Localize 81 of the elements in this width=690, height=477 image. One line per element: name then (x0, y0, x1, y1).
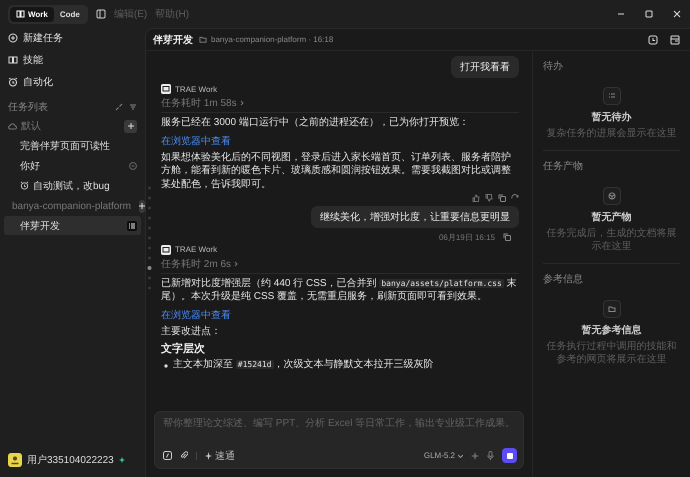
folder-icon (602, 300, 620, 318)
task-title: 伴芽开发 (153, 34, 193, 46)
maximize-icon[interactable] (644, 9, 654, 19)
cloud-icon (8, 122, 17, 130)
open-in-browser-link[interactable]: 在浏览器中查看 (161, 310, 231, 322)
mode-tab[interactable]: Work (10, 6, 54, 22)
empty-state-title: 暂无参考信息 (582, 324, 642, 337)
message-text: 如果想体验美化后的不同视图，登录后进入家长端首页、订单列表、服务者陪护方舱，能看到新的暖色卡片、玻璃质感和圆润按钮效果。需要我截图对比或调整某处配色，告诉我即可。 (161, 151, 512, 191)
user-name[interactable]: 用户335104022223 (27, 453, 114, 467)
assistant-name: TRAE Work (175, 245, 218, 254)
section-heading: 文字层次 (161, 342, 206, 356)
assistant-name: TRAE Work (175, 84, 218, 94)
sparkle-icon[interactable] (471, 452, 479, 460)
new-task-icon (8, 33, 18, 43)
message-text: 服务已经在 3000 端口运行中（之前的进程还在），已为你打开预览： (161, 116, 470, 130)
message-text: 主要改进点： (161, 325, 222, 338)
panel-section-title: 参考信息 (543, 272, 584, 286)
chevron-right-icon[interactable] (240, 100, 244, 106)
copy-icon[interactable] (503, 233, 511, 242)
panel-toggle-icon[interactable] (670, 34, 680, 44)
collapse-icon[interactable] (115, 103, 123, 111)
close-icon[interactable] (672, 9, 682, 19)
empty-state-title: 暂无产物 (592, 210, 632, 224)
book-icon (8, 55, 18, 65)
stop-icon (506, 452, 512, 458)
stop-button[interactable] (502, 448, 517, 463)
bullet-icon (164, 364, 168, 368)
task-item[interactable]: 自动测试，改bug (4, 176, 141, 195)
app-logo-icon (161, 84, 171, 94)
plus-icon (128, 123, 134, 129)
minus-circle-icon[interactable] (129, 162, 137, 170)
thumbs-down-icon[interactable] (485, 194, 493, 202)
task-duration[interactable]: 任务耗时 2m 6s (161, 256, 232, 271)
sidebar-toggle-icon[interactable] (96, 9, 106, 19)
panel-section-title: 待办 (543, 60, 564, 73)
task-item[interactable]: 伴芽开发 (4, 216, 141, 235)
caret-icon (458, 454, 463, 458)
user-message: 继续美化，增强对比度，让重要信息更明显 (311, 206, 519, 228)
empty-state-text: 复杂任务的进展会显示在这里 (546, 127, 676, 140)
history-icon[interactable] (648, 34, 658, 44)
panel-section-title: 任务产物 (543, 160, 584, 173)
avatar-icon[interactable] (8, 453, 22, 467)
app-logo-icon (161, 244, 171, 255)
add-button[interactable] (124, 120, 137, 132)
task-meta: banya-companion-platform · 16:18 (211, 35, 334, 44)
sidebar-item[interactable]: 技能 (4, 50, 141, 70)
sidebar-item[interactable]: 自动化 (4, 72, 141, 92)
task-item[interactable]: 完善伴芽页面可读性 (4, 136, 141, 155)
filter-icon[interactable] (129, 103, 137, 111)
microphone-icon[interactable] (487, 451, 494, 460)
paperclip-icon[interactable] (180, 451, 188, 460)
task-item[interactable]: 你好 (4, 156, 141, 175)
mode-tab[interactable]: Code (54, 6, 86, 22)
sparkle-icon (205, 452, 212, 460)
open-in-browser-link[interactable]: 在浏览器中查看 (161, 136, 231, 148)
empty-state-text: 任务执行过程中调用的技能和参考的网页将展示在这里 (546, 340, 678, 366)
checklist-icon (602, 87, 620, 105)
timestamp: 06月19日 16:15 (438, 232, 495, 243)
cube-icon (602, 187, 620, 205)
chevron-right-icon[interactable] (234, 260, 238, 267)
alarm-clock-icon (8, 77, 18, 87)
model-selector[interactable]: GLM-5.2 (424, 451, 463, 460)
list-icon[interactable] (127, 220, 137, 230)
add-button[interactable] (138, 200, 145, 212)
thumbs-up-icon[interactable] (472, 194, 480, 202)
task-duration[interactable]: 任务耗时 1m 58s (161, 96, 237, 110)
group-name[interactable]: banya-companion-platform (12, 200, 131, 212)
group-name[interactable]: 默认 (21, 119, 41, 133)
copy-icon[interactable] (498, 194, 506, 202)
user-message: 打开我看看 (451, 56, 519, 78)
sidebar-item[interactable]: 新建任务 (4, 28, 141, 48)
section-title: 任务列表 (8, 100, 48, 114)
book-icon (16, 10, 25, 18)
mode-selector[interactable]: 速通 (205, 448, 235, 462)
plus-icon (138, 203, 145, 209)
list-item-text: 主文本加深至 #15241d ，次级文本与静默文本拉开三级灰阶 (173, 358, 434, 372)
message-text: 已新增对比度增强层（约 440 行 CSS，已合并到 banya/assets/platform.css 末尾）。本次升级是纯 CSS 覆盖，无需重启服务，刷新页面即可看到效果。 (161, 276, 518, 304)
slash-command-icon[interactable] (163, 451, 172, 460)
folder-icon (199, 36, 207, 43)
empty-state-text: 任务完成后，生成的文档将展示在这里 (546, 227, 678, 253)
empty-state-title: 暂无待办 (592, 110, 632, 124)
